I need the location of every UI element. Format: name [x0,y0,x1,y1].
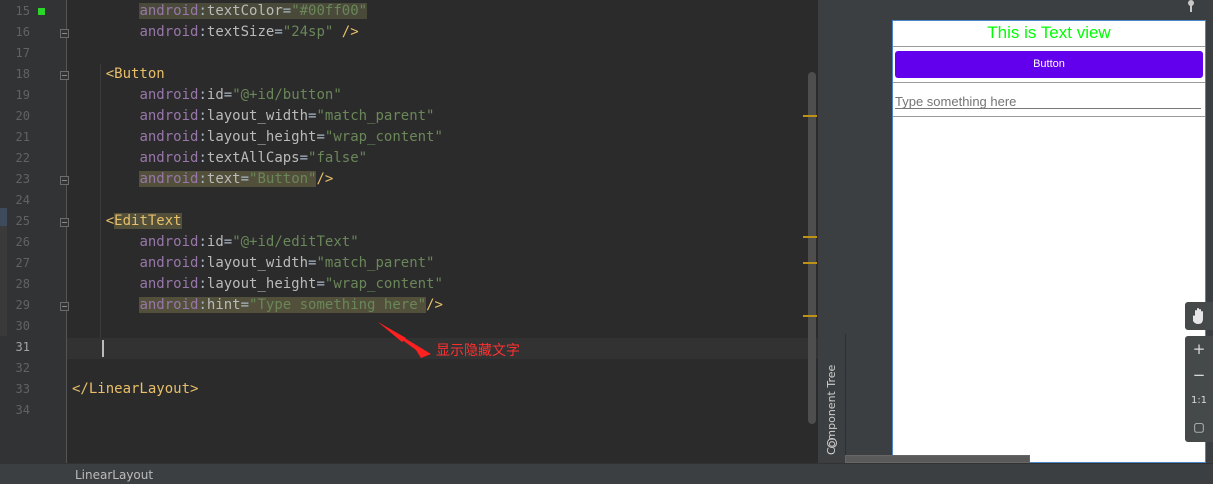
code-line[interactable]: android:layout_height="wrap_content" [72,127,442,148]
zoom-out-button[interactable]: − [1185,362,1213,388]
line-number: 32 [15,361,30,375]
annotation-label: 显示隐藏文字 [436,343,520,359]
breadcrumb[interactable]: LinearLayout [75,468,153,482]
code-line[interactable]: android:textColor="#00ff00" [72,1,368,22]
line-number: 31 [15,340,30,354]
line-number: 17 [15,46,30,60]
zoom-fit-button[interactable]: ▢ [1185,414,1213,440]
code-line[interactable]: <Button [72,64,165,85]
line-number: 19 [15,88,30,102]
line-number: 28 [15,277,30,291]
code-line[interactable]: android:layout_width="match_parent" [72,106,434,127]
code-line[interactable]: android:id="@+id/editText" [72,232,358,253]
pan-tool-panel [1185,302,1213,330]
line-number: 16 [15,25,30,39]
annotation-arrow-icon [378,322,431,358]
line-number: 30 [15,319,30,333]
error-stripe-mark[interactable] [803,315,817,317]
text-caret [102,340,104,357]
fold-toggle-icon[interactable] [60,302,69,311]
code-editor[interactable]: android:textColor="#00ff00" android:text… [0,0,818,463]
fold-toggle-icon[interactable] [60,218,69,227]
zoom-actual-size-button[interactable]: 1:1 [1185,388,1213,414]
line-number: 23 [15,172,30,186]
line-number: 34 [15,403,30,417]
code-line[interactable]: android:textAllCaps="false" [72,148,367,169]
line-number: 25 [15,214,30,228]
error-stripe-mark[interactable] [803,236,817,238]
layout-preview[interactable]: This is Text view Button [892,20,1206,463]
preview-text-view[interactable]: This is Text view [893,23,1205,43]
code-line[interactable]: android:textSize="24sp" /> [72,22,358,43]
zoom-in-button[interactable]: + [1185,336,1213,362]
line-number: 18 [15,67,30,81]
color-swatch-icon[interactable] [38,8,45,15]
code-line[interactable]: </LinearLayout> [72,379,198,400]
vertical-scrollbar[interactable] [808,72,816,424]
code-line[interactable]: android:layout_height="wrap_content" [72,274,442,295]
code-line[interactable]: android:layout_width="match_parent" [72,253,434,274]
line-number: 24 [15,193,30,207]
fold-toggle-icon[interactable] [60,176,69,185]
line-number: 21 [15,130,30,144]
preview-button[interactable]: Button [895,51,1203,78]
code-line[interactable]: android:hint="Type something here"/> [72,295,443,316]
fold-toggle-icon[interactable] [60,71,69,80]
pin-icon[interactable] [1187,0,1195,12]
line-number: 22 [15,151,30,165]
component-tree-label: Component Tree [825,364,838,455]
line-number: 20 [15,109,30,123]
line-number: 29 [15,298,30,312]
line-number: 33 [15,382,30,396]
code-line[interactable]: <EditText [72,211,182,232]
line-number: 15 [15,4,30,18]
hand-icon[interactable] [1192,307,1206,325]
line-number: 26 [15,235,30,249]
line-number: 27 [15,256,30,270]
error-stripe-mark[interactable] [803,115,817,117]
code-line[interactable]: android:text="Button"/> [72,169,333,190]
horizontal-scrollbar[interactable] [845,455,1030,463]
code-line[interactable]: android:id="@+id/button" [72,85,341,106]
zoom-controls: + − 1:1 ▢ [1185,336,1213,442]
status-bar: LinearLayout [0,463,1213,484]
fold-toggle-icon[interactable] [60,29,69,38]
error-stripe-mark[interactable] [803,262,817,264]
